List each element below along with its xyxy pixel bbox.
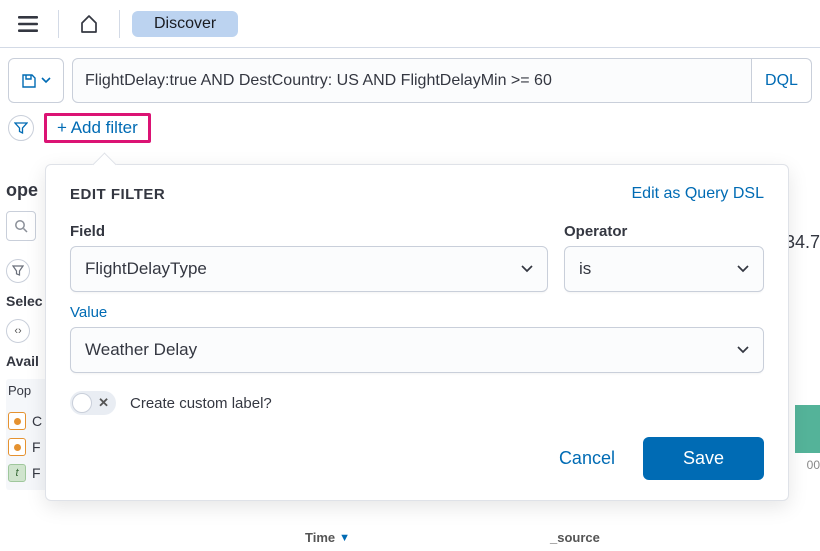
operator-select-value: is — [579, 259, 591, 279]
field-label: F — [32, 465, 41, 481]
filter-settings-button[interactable] — [8, 115, 34, 141]
geo-icon — [8, 412, 26, 430]
custom-label-toggle[interactable]: ✕ — [70, 391, 116, 415]
chevron-down-icon — [521, 265, 533, 273]
sort-desc-icon: ▼ — [339, 532, 350, 544]
selected-fields-heading: Selec — [6, 293, 50, 309]
custom-label-text: Create custom label? — [130, 395, 272, 412]
breadcrumb-discover[interactable]: Discover — [132, 11, 238, 37]
value-select-value: Weather Delay — [85, 340, 197, 360]
divider — [119, 10, 120, 38]
available-fields-heading: Avail — [6, 353, 50, 369]
home-icon — [79, 14, 99, 34]
sidebar: ope Selec ‹› Avail Pop C F t F — [6, 180, 50, 490]
popular-fields-group: Pop C F t F — [6, 379, 50, 490]
operator-select[interactable]: is — [564, 246, 764, 292]
filter-icon — [12, 265, 24, 277]
operator-label: Operator — [564, 223, 764, 240]
menu-button[interactable] — [10, 6, 46, 42]
field-select-value: FlightDelayType — [85, 259, 207, 279]
list-item[interactable]: F — [8, 434, 48, 460]
cancel-button[interactable]: Cancel — [559, 448, 615, 469]
chevron-down-icon — [41, 77, 51, 84]
filter-fields-button[interactable] — [6, 259, 30, 283]
field-search-input[interactable] — [6, 211, 36, 241]
hamburger-icon — [18, 16, 38, 32]
code-icon: ‹› — [14, 325, 21, 337]
chevron-down-icon — [737, 346, 749, 354]
popular-heading: Pop — [8, 383, 48, 398]
column-source[interactable]: _source — [550, 530, 600, 545]
source-field-button[interactable]: ‹› — [6, 319, 30, 343]
query-input[interactable]: FlightDelay:true AND DestCountry: US AND… — [72, 58, 752, 103]
edit-as-dsl-link[interactable]: Edit as Query DSL — [632, 185, 765, 203]
list-item[interactable]: C — [8, 408, 48, 434]
add-filter-highlight: + Add filter — [44, 113, 151, 143]
column-time[interactable]: Time ▼ — [305, 530, 350, 545]
field-label: Field — [70, 223, 548, 240]
save-icon — [21, 73, 37, 89]
close-icon: ✕ — [98, 395, 109, 411]
toggle-knob — [72, 393, 92, 413]
search-icon — [14, 219, 28, 233]
field-select[interactable]: FlightDelayType — [70, 246, 548, 292]
value-select[interactable]: Weather Delay — [70, 327, 764, 373]
popover-title: EDIT FILTER — [70, 186, 165, 203]
list-item[interactable]: t F — [8, 460, 48, 486]
field-label: C — [32, 413, 42, 429]
hit-count-fragment: 34.7 — [785, 232, 820, 253]
histogram-bar — [795, 405, 820, 453]
table-header-row: Time ▼ _source — [305, 530, 600, 545]
filter-icon — [14, 121, 28, 135]
divider — [58, 10, 59, 38]
query-bar: FlightDelay:true AND DestCountry: US AND… — [0, 48, 820, 103]
geo-icon — [8, 438, 26, 456]
top-bar: Discover — [0, 0, 820, 48]
text-icon: t — [8, 464, 26, 482]
value-label: Value — [70, 304, 764, 321]
dql-toggle-button[interactable]: DQL — [752, 58, 812, 103]
field-label: F — [32, 439, 41, 455]
axis-label-fragment: 00 — [807, 458, 820, 472]
add-filter-button[interactable]: + Add filter — [57, 118, 138, 137]
chevron-down-icon — [737, 265, 749, 273]
edit-filter-popover: EDIT FILTER Edit as Query DSL Field Flig… — [45, 164, 789, 501]
filter-row: + Add filter — [0, 103, 820, 153]
index-pattern-trunc: ope — [6, 180, 50, 201]
saved-query-button[interactable] — [8, 58, 64, 103]
save-button[interactable]: Save — [643, 437, 764, 480]
home-button[interactable] — [71, 6, 107, 42]
